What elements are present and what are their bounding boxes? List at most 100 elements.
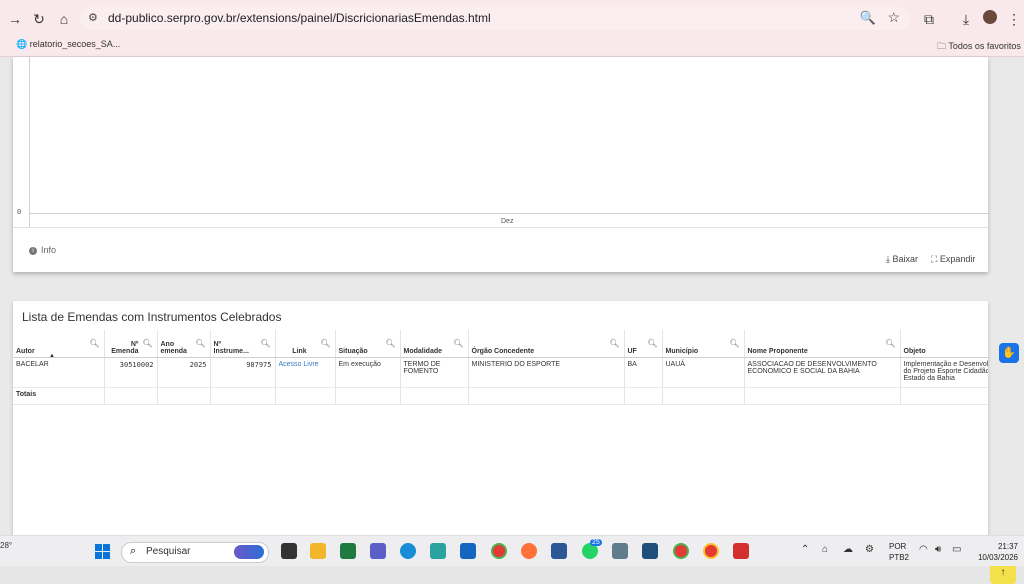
cell-num-instrumento: 987975 xyxy=(210,357,276,388)
col-header-link[interactable]: Link 🔍︎ xyxy=(275,330,336,358)
start-tile xyxy=(103,552,110,559)
teams-icon[interactable] xyxy=(370,543,386,559)
search-icon[interactable]: 🔍︎ xyxy=(729,339,739,348)
col-header-autor[interactable]: Autor ▲ 🔍︎ xyxy=(13,330,105,359)
file-explorer-icon[interactable] xyxy=(310,543,326,559)
cell-proponente: ASSOCIACAO DE DESENVOLVIMENTO ECONOMICO … xyxy=(744,357,901,388)
cell-num-emenda: 30510002 xyxy=(104,357,158,388)
col-header-situacao[interactable]: Situação 🔍︎ xyxy=(335,330,401,358)
col-header-municipio[interactable]: Município 🔍︎ xyxy=(662,330,745,358)
whatsapp-badge: 25 xyxy=(590,539,602,546)
cell-uf: BA xyxy=(624,357,663,388)
search-icon[interactable]: 🔍︎ xyxy=(320,339,330,348)
address-bar[interactable]: ⚙ dd-publico.serpro.gov.br/extensions/pa… xyxy=(80,7,910,30)
reload-icon[interactable]: ↻ xyxy=(30,10,48,28)
chart-x-axis xyxy=(29,213,989,214)
task-view-icon[interactable] xyxy=(281,543,297,559)
totals-cell xyxy=(624,387,663,405)
chrome-profile-icon[interactable] xyxy=(703,543,719,559)
bookmark-relatorio[interactable]: 🌐 relatorio_secoes_SA... xyxy=(16,39,120,50)
search-icon[interactable]: 🔍︎ xyxy=(89,339,99,348)
chrome-icon[interactable] xyxy=(491,543,507,559)
info-icon: i xyxy=(29,246,37,255)
cell-autor: BACELAR xyxy=(13,357,105,388)
cell-orgao: MINISTERIO DO ESPORTE xyxy=(468,357,625,388)
forward-icon[interactable]: → xyxy=(6,10,24,28)
usb-icon[interactable]: ⌂ xyxy=(822,544,828,555)
settings-icon[interactable]: ⚙ xyxy=(865,544,874,555)
expand-button[interactable]: ⛶ Expandir xyxy=(931,254,975,265)
cell-objeto: Implementação e Desenvolv do Projeto Esp… xyxy=(900,357,988,388)
site-settings-icon[interactable]: ⚙ xyxy=(88,11,98,24)
profile-avatar[interactable] xyxy=(981,10,999,28)
taskbar: 28° ⌕ Pesquisar 25 ⌃ ⌂ ☁ ⚙ POR PTB2 ◠ 🔊︎ … xyxy=(0,535,1024,566)
search-icon[interactable]: 🔍︎ xyxy=(260,339,270,348)
taskbar-search[interactable]: ⌕ Pesquisar xyxy=(121,542,269,563)
zoom-icon[interactable]: 🔍 xyxy=(860,10,876,26)
download-button[interactable]: ⤓ Baixar xyxy=(886,254,918,265)
search-icon[interactable]: 🔍︎ xyxy=(647,339,657,348)
totals-cell xyxy=(744,387,901,405)
col-header-objeto[interactable]: Objeto xyxy=(900,330,988,358)
col-header-orgao[interactable]: Órgão Concedente 🔍︎ xyxy=(468,330,625,358)
totals-cell xyxy=(468,387,625,405)
col-header-modalidade[interactable]: Modalidade 🔍︎ xyxy=(400,330,469,358)
edge-icon[interactable] xyxy=(400,543,416,559)
search-icon[interactable]: 🔍︎ xyxy=(609,339,619,348)
all-bookmarks-folder[interactable]: 🗀 Todos os favoritos xyxy=(937,39,1021,55)
url-path: /extensions/painel/DiscricionariasEmenda… xyxy=(236,11,491,25)
header-label: Objeto xyxy=(903,348,926,355)
col-header-ano-emenda[interactable]: Ano emenda 🔍︎ xyxy=(157,330,211,358)
col-header-num-emenda[interactable]: Nº Emenda 🔍︎ xyxy=(104,330,158,358)
battery-icon[interactable]: ▭ xyxy=(952,544,961,555)
app-icon[interactable] xyxy=(551,543,567,559)
header-label: UF xyxy=(627,348,637,355)
app-icon[interactable] xyxy=(430,543,446,559)
header-label: Órgão Concedente xyxy=(471,348,535,355)
language-indicator[interactable]: POR PTB2 xyxy=(889,541,909,563)
keyboard-layout: PTB2 xyxy=(889,553,910,562)
home-icon[interactable]: ⌂ xyxy=(55,10,73,28)
menu-icon[interactable]: ⋮ xyxy=(1005,10,1023,28)
wifi-icon[interactable]: ◠ xyxy=(919,544,928,555)
search-icon[interactable]: 🔍︎ xyxy=(385,339,395,348)
chevron-up-icon[interactable]: ⌃ xyxy=(801,544,809,555)
header-label: Autor xyxy=(16,348,35,355)
url-domain: dd-publico.serpro.gov.br xyxy=(108,11,237,25)
cloud-icon[interactable]: ☁ xyxy=(843,544,853,555)
cell-situacao: Em execução xyxy=(335,357,401,388)
calculator-icon[interactable] xyxy=(612,543,628,559)
volume-icon[interactable]: 🔊︎ xyxy=(935,544,941,555)
acrobat-icon[interactable] xyxy=(733,543,749,559)
store-icon[interactable] xyxy=(642,543,658,559)
header-label: Situação xyxy=(338,348,368,355)
totals-cell xyxy=(275,387,336,405)
download-icon[interactable]: ⤓ xyxy=(957,10,975,28)
search-icon[interactable]: 🔍︎ xyxy=(453,339,463,348)
col-header-proponente[interactable]: Nome Proponente 🔍︎ xyxy=(744,330,901,358)
url-text[interactable]: dd-publico.serpro.gov.br/extensions/pain… xyxy=(108,11,491,25)
col-header-uf[interactable]: UF 🔍︎ xyxy=(624,330,663,358)
header-label: Município xyxy=(665,348,699,355)
totals-cell xyxy=(662,387,745,405)
outlook-icon[interactable] xyxy=(460,543,476,559)
clock[interactable]: 21:37 10/03/2026 xyxy=(978,541,1018,563)
chrome-profile-icon[interactable] xyxy=(673,543,689,559)
sort-asc-icon[interactable]: ▲ xyxy=(49,353,55,359)
weather-temp[interactable]: 28° xyxy=(0,541,12,550)
bookmark-star-icon[interactable]: ☆ xyxy=(887,9,900,26)
search-icon[interactable]: 🔍︎ xyxy=(142,339,152,348)
firefox-icon[interactable] xyxy=(521,543,537,559)
chart-card: 0 Dez i Info ⤓ Baixar ⛶ Expandir xyxy=(13,57,989,272)
search-icon[interactable]: 🔍︎ xyxy=(885,339,895,348)
cell-link-acesso-livre[interactable]: Acesso Livre xyxy=(275,357,336,388)
info-button[interactable]: i Info xyxy=(29,245,56,255)
excel-icon[interactable] xyxy=(340,543,356,559)
windows-start-icon[interactable] xyxy=(95,544,110,559)
col-header-num-instrumento[interactable]: Nº Instrume... 🔍︎ xyxy=(210,330,276,358)
search-icon[interactable]: 🔍︎ xyxy=(195,339,205,348)
extensions-icon[interactable]: ⧉ xyxy=(920,10,938,28)
header-label: Link xyxy=(292,348,307,355)
accessibility-icon[interactable]: ✋ xyxy=(999,343,1019,363)
bookmark-label: Todos os favoritos xyxy=(948,41,1021,51)
